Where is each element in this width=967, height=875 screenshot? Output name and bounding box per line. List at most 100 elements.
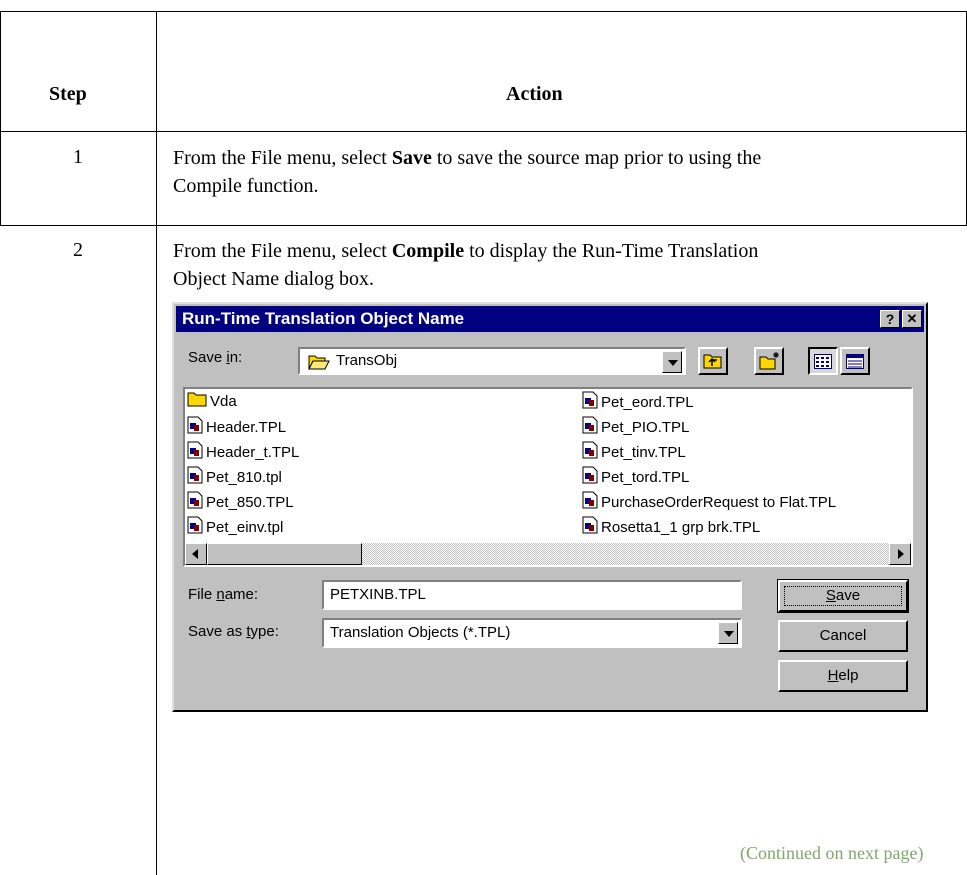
continued-note: (Continued on next page)	[740, 843, 924, 863]
header-action: Action	[506, 83, 563, 105]
header-step: Step	[49, 83, 87, 105]
list-item[interactable]: Pet_PIO.TPL	[582, 416, 689, 436]
list-view-icon	[814, 354, 832, 369]
list-item[interactable]: Header_t.TPL	[187, 441, 299, 461]
tpl-file-icon	[187, 466, 203, 490]
save-in-dropdown[interactable]: TransObj	[298, 347, 686, 375]
action-1-text-cont: to save the source map prior to using th…	[431, 147, 762, 169]
chevron-down-icon[interactable]	[718, 622, 738, 644]
folder-up-icon	[703, 354, 722, 369]
save-type-label-text-end: ype:	[250, 623, 279, 640]
tpl-file-icon	[582, 516, 598, 540]
file-name: Vda	[210, 392, 237, 410]
scroll-right-icon[interactable]	[889, 543, 911, 565]
list-item[interactable]: Pet_tinv.TPL	[582, 441, 686, 461]
file-name: Pet_tord.TPL	[601, 468, 690, 486]
help-icon[interactable]: ?	[880, 310, 900, 328]
list-item[interactable]: Pet_850.TPL	[187, 491, 294, 511]
help-button-accel: H	[827, 667, 839, 684]
file-name: Header.TPL	[206, 418, 287, 436]
file-name: Pet_einv.tpl	[206, 518, 284, 536]
list-item[interactable]: Pet_tord.TPL	[582, 466, 689, 486]
scroll-thumb[interactable]	[207, 543, 362, 565]
save-type-value: Translation Objects (*.TPL)	[330, 624, 511, 641]
close-icon[interactable]: ✕	[902, 310, 922, 328]
file-name: Pet_eord.TPL	[601, 393, 694, 411]
column-divider	[156, 11, 157, 875]
dialog-titlebar[interactable]: Run-Time Translation Object Name ? ✕	[176, 306, 924, 332]
focus-ring	[784, 586, 902, 606]
file-name-label-accel: n	[216, 586, 225, 603]
file-name-label-text: File	[188, 586, 217, 603]
header-divider	[0, 131, 967, 132]
tpl-file-icon	[582, 466, 598, 490]
new-folder-icon	[759, 352, 779, 370]
tpl-file-icon	[582, 391, 598, 415]
save-in-value: TransObj	[336, 352, 398, 369]
save-in-label-text: Save	[188, 349, 227, 366]
file-name: Pet_tinv.TPL	[601, 443, 686, 461]
file-name: PurchaseOrderRequest to Flat.TPL	[601, 493, 837, 511]
table-top-border	[0, 11, 967, 12]
horizontal-scrollbar[interactable]	[185, 543, 911, 565]
file-name-value: PETXINB.TPL	[330, 586, 426, 603]
tpl-file-icon	[582, 416, 598, 440]
tpl-file-icon	[582, 491, 598, 515]
list-item[interactable]: PurchaseOrderRequest to Flat.TPL	[582, 491, 836, 511]
save-type-dropdown[interactable]: Translation Objects (*.TPL)	[322, 618, 742, 648]
file-name-field[interactable]: PETXINB.TPL	[322, 580, 742, 610]
action-2-text-cont: to display the Run-Time Translation	[464, 240, 759, 262]
scroll-track[interactable]	[362, 543, 889, 565]
new-folder-button[interactable]	[754, 347, 784, 375]
tpl-file-icon	[187, 491, 203, 515]
save-type-label-text: Save as	[188, 623, 247, 640]
list-item[interactable]: Rosetta1_1 grp brk.TPL	[582, 516, 760, 536]
list-item[interactable]: Pet_810.tpl	[187, 466, 282, 486]
file-name: Header_t.TPL	[206, 443, 300, 461]
save-type-label: Save as type:	[188, 623, 279, 640]
action-2-bold: Compile	[391, 240, 465, 262]
scroll-left-icon[interactable]	[185, 543, 207, 565]
file-name: Rosetta1_1 grp brk.TPL	[601, 518, 761, 536]
up-one-level-button[interactable]	[698, 347, 728, 375]
row-divider	[0, 225, 967, 226]
list-item[interactable]: Header.TPL	[187, 416, 286, 436]
file-name-label-text-end: ame:	[224, 586, 259, 603]
help-button[interactable]: Help	[778, 660, 908, 692]
action-text-2: From the File menu, select Compile to di…	[173, 237, 943, 293]
save-dialog: Run-Time Translation Object Name ? ✕ Sav…	[172, 302, 928, 712]
file-name: Pet_PIO.TPL	[601, 418, 690, 436]
list-item[interactable]: Vda	[187, 391, 237, 411]
file-name: Pet_810.tpl	[206, 468, 282, 486]
step-number-2: 2	[73, 239, 83, 261]
action-1-text: From the File menu, select	[173, 147, 392, 169]
action-2-line2: Object Name dialog box.	[173, 268, 375, 290]
list-item[interactable]: Pet_eord.TPL	[582, 391, 694, 411]
folder-icon	[187, 391, 207, 413]
open-folder-icon	[308, 353, 330, 374]
table-left-border	[0, 11, 1, 225]
file-name-label: File name:	[188, 586, 258, 603]
dialog-title: Run-Time Translation Object Name	[182, 309, 465, 328]
tpl-file-icon	[187, 441, 203, 465]
action-text-1: From the File menu, select Save to save …	[173, 144, 943, 200]
list-item[interactable]: Pet_einv.tpl	[187, 516, 283, 536]
details-view-button[interactable]	[840, 347, 870, 375]
chevron-down-icon[interactable]	[662, 351, 682, 373]
file-name: Pet_850.TPL	[206, 493, 294, 511]
action-1-bold: Save	[391, 147, 432, 169]
save-in-label: Save in:	[188, 349, 242, 366]
save-in-label-text-end: n:	[229, 349, 243, 366]
file-list[interactable]: Vda Header.TPL Header_t.TPL Pet_810.tpl …	[183, 387, 913, 567]
help-button-label: elp	[838, 667, 859, 684]
cancel-button[interactable]: Cancel	[778, 620, 908, 652]
tpl-file-icon	[187, 516, 203, 540]
tpl-file-icon	[582, 441, 598, 465]
details-view-icon	[846, 354, 864, 369]
list-view-button[interactable]	[808, 347, 838, 375]
action-2-text: From the File menu, select	[173, 240, 392, 262]
action-1-line2: Compile function.	[173, 175, 319, 197]
step-number-1: 1	[73, 146, 83, 168]
save-button[interactable]: Save	[777, 579, 909, 613]
tpl-file-icon	[187, 416, 203, 440]
